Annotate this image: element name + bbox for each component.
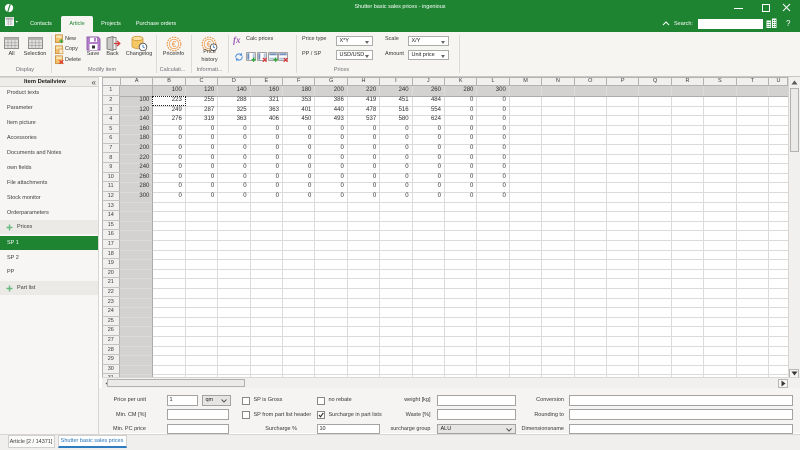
- svg-text:€: €: [171, 39, 176, 48]
